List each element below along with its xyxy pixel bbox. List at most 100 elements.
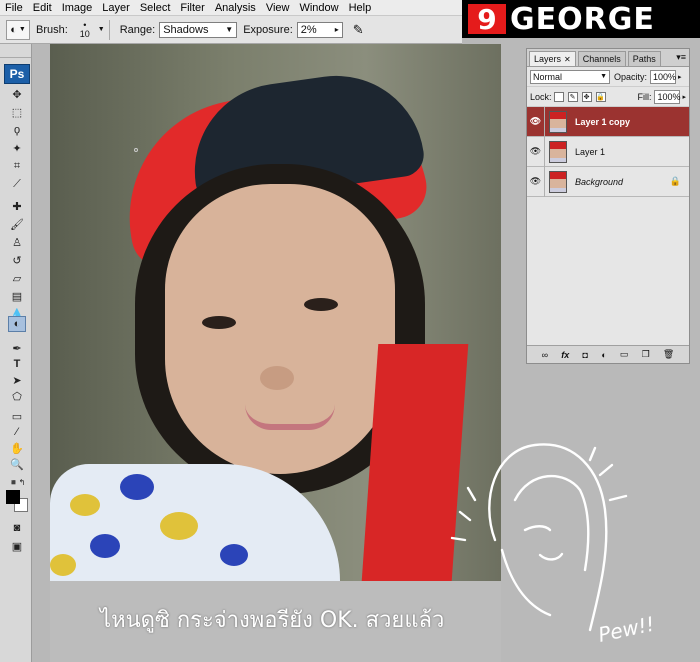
mask-icon[interactable]: ◘ (583, 350, 588, 360)
clone-stamp-icon[interactable]: ♙ (8, 234, 26, 250)
sketch-sparkle-right (588, 446, 628, 502)
fx-icon[interactable]: fx (561, 350, 569, 360)
tab-channels[interactable]: Channels (577, 51, 626, 66)
chevron-right-icon[interactable]: ▸ (682, 93, 686, 101)
eye-icon[interactable]: 👁 (527, 136, 545, 167)
shape-tool-icon[interactable]: ⬠ (8, 388, 26, 404)
chevron-right-icon: ▸ (334, 25, 339, 34)
magic-wand-icon[interactable]: ✦ (8, 140, 26, 156)
ps-logo: Ps (4, 64, 30, 84)
blend-row: Normal ▼ Opacity: 100% ▸ (527, 67, 689, 87)
layer-thumbnail (549, 140, 567, 163)
history-brush-icon[interactable]: ↺ (8, 252, 26, 268)
caption-text: ไหนดูซิ กระจ่างพอรียัง OK. สวยแล้ว (100, 608, 445, 633)
screen-mode-icon[interactable]: ▣ (8, 538, 26, 554)
layer-name: Layer 1 copy (575, 116, 631, 127)
lock-all-icon[interactable]: 🔒 (595, 91, 606, 102)
type-tool-icon[interactable]: T (8, 356, 26, 372)
link-icon[interactable]: ∞ (542, 350, 548, 360)
eraser-tool-icon[interactable]: ▱ (8, 270, 26, 286)
menu-help[interactable]: Help (344, 0, 377, 16)
menu-analysis[interactable]: Analysis (210, 0, 261, 16)
foreground-color-swatch-top[interactable] (6, 490, 20, 504)
options-bar: ◐ ▼ Brush: • 10 ▼ Range: Shadows ▼ Exposu… (0, 16, 462, 44)
divider (108, 19, 110, 40)
document-canvas[interactable] (50, 44, 501, 581)
photo-mouth (245, 404, 335, 430)
lock-pixels-icon[interactable]: ✎ (567, 91, 578, 102)
layer-row-layer-1-copy[interactable]: 👁 Layer 1 copy (527, 106, 689, 137)
move-tool-icon[interactable]: ✥ (8, 86, 26, 102)
close-icon[interactable]: ✕ (564, 55, 571, 64)
path-select-icon[interactable]: ➤ (8, 372, 26, 388)
menu-image[interactable]: Image (57, 0, 98, 16)
brush-size: 10 (79, 28, 90, 39)
marquee-tool-icon[interactable]: ⬚ (8, 104, 26, 120)
brush-tool-icon[interactable]: 🖌 (8, 216, 26, 232)
chevron-right-icon[interactable]: ▸ (678, 73, 682, 81)
adjustment-icon[interactable]: ◐ (601, 350, 606, 360)
toolbox: Ps ✥ ⬚ ϙ ✦ ⌗ ⟋ ✚ 🖌 ♙ ↺ ▱ ▤ 💧 ◐ ✒ T ➤ ⬠ ▭… (0, 44, 32, 662)
tab-paths[interactable]: Paths (627, 51, 661, 66)
gradient-tool-icon[interactable]: ▤ (8, 288, 26, 304)
opacity-input[interactable]: 100% (650, 69, 676, 84)
lock-transparency-icon[interactable] (553, 91, 564, 102)
george-logo: 9 GEORGE (462, 0, 700, 38)
fill-input[interactable]: 100% (654, 89, 681, 104)
layer-row-background[interactable]: 👁 Background 🔒 (527, 166, 689, 197)
range-select[interactable]: Shadows ▼ (159, 21, 238, 38)
healing-brush-icon[interactable]: ✚ (8, 198, 26, 214)
notes-tool-icon[interactable]: ▭ (8, 408, 26, 424)
eye-icon[interactable]: 👁 (527, 166, 545, 197)
menu-filter[interactable]: Filter (175, 0, 209, 16)
photo-eye-right (304, 298, 338, 311)
exposure-value: 2% (300, 23, 317, 36)
trash-icon[interactable]: 🗑 (663, 349, 674, 360)
layer-thumbnail (549, 170, 567, 193)
tab-layers[interactable]: Layers ✕ (529, 51, 576, 66)
tool-preset-picker[interactable]: ◐ ▼ (6, 19, 30, 40)
dodge-tool-icon[interactable]: ◐ (8, 316, 26, 332)
crop-tool-icon[interactable]: ⌗ (8, 158, 26, 174)
zoom-tool-icon[interactable]: 🔍 (8, 456, 26, 472)
layer-name: Background (575, 176, 624, 187)
default-colors-icon[interactable]: ◾↰ (8, 474, 26, 490)
sketch-mouth (538, 552, 564, 561)
panel-menu-icon[interactable]: ▾≡ (676, 52, 686, 63)
fill-label: Fill: (637, 91, 652, 102)
hand-tool-icon[interactable]: ✋ (8, 440, 26, 456)
toolbox-grip[interactable] (0, 48, 31, 58)
airbrush-icon[interactable]: ✎ (353, 22, 364, 38)
logo-word: GEORGE (510, 1, 655, 37)
photo-nose (260, 366, 294, 390)
pen-tool-icon[interactable]: ✒ (8, 340, 26, 356)
layers-panel: Layers ✕ Channels Paths ▾≡ Normal ▼ Opaci… (526, 48, 690, 364)
brush-cursor (134, 148, 138, 152)
menu-view[interactable]: View (261, 0, 295, 16)
eye-icon[interactable]: 👁 (527, 106, 545, 137)
blend-mode-select[interactable]: Normal ▼ (530, 69, 610, 84)
dodge-tool-icon: ◐ (10, 23, 17, 36)
lock-row: Lock: ✎ ✥ 🔒 Fill: 100% ▸ (527, 87, 689, 107)
brush-picker[interactable]: • 10 (72, 19, 98, 41)
quick-mask-icon[interactable]: ◙ (8, 520, 26, 536)
eyedropper-icon[interactable]: ⁄ (8, 424, 26, 440)
menu-select[interactable]: Select (135, 0, 176, 16)
sketch-doodle: Pew!! (450, 443, 657, 647)
menu-edit[interactable]: Edit (28, 0, 57, 16)
folder-icon[interactable]: ▭ (620, 349, 629, 360)
sketch-sparkle-left (450, 486, 477, 542)
fill-value: 100% (657, 91, 681, 102)
new-layer-icon[interactable]: ❐ (642, 349, 650, 360)
chevron-down-icon[interactable]: ▼ (98, 26, 105, 33)
shirt-pattern (160, 512, 198, 540)
menu-window[interactable]: Window (294, 0, 343, 16)
lock-position-icon[interactable]: ✥ (581, 91, 592, 102)
menu-layer[interactable]: Layer (97, 0, 135, 16)
menu-file[interactable]: File (0, 0, 28, 16)
lasso-tool-icon[interactable]: ϙ (8, 122, 26, 138)
layer-row-layer-1[interactable]: 👁 Layer 1 (527, 136, 689, 167)
exposure-input[interactable]: 2% ▸ (296, 21, 343, 38)
range-label: Range: (119, 23, 156, 36)
slice-tool-icon[interactable]: ⟋ (8, 176, 26, 192)
